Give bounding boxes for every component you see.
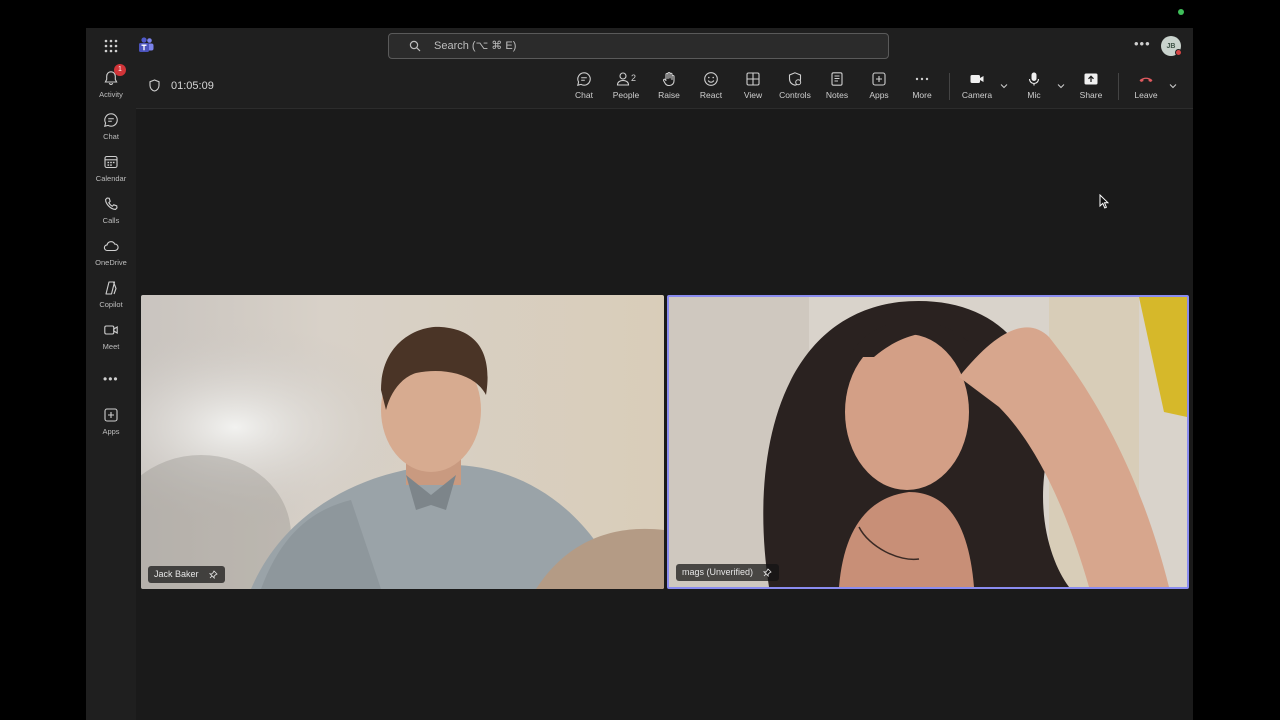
participant-name: Jack Baker [154, 569, 199, 579]
teams-logo-icon [139, 37, 154, 52]
leave-button[interactable]: Leave [1124, 71, 1168, 105]
left-app-rail: 1 Activity Chat Calendar Calls OneDrive … [86, 64, 136, 720]
teams-window: Search (⌥ ⌘ E) ••• JB 1 Activity Chat Ca… [86, 28, 1193, 720]
meeting-timer: 01:05:09 [171, 80, 214, 92]
view-label: View [743, 90, 763, 100]
video-tile-jack-baker[interactable]: Jack Baker [141, 295, 664, 589]
camera-options-chevron-down-icon[interactable] [1000, 82, 1008, 90]
video-camera-icon [970, 75, 984, 83]
sidebar-item-meet[interactable]: Meet [86, 322, 136, 358]
participant-name-tag: Jack Baker [148, 566, 225, 583]
grid-view-icon [746, 72, 760, 86]
leave-label: Leave [1134, 90, 1158, 100]
shield-icon [149, 79, 160, 92]
notes-icon [831, 72, 843, 86]
sidebar-item-copilot[interactable]: Copilot [86, 280, 136, 316]
chat-icon [577, 72, 591, 86]
chat-icon [104, 113, 118, 127]
more-options-icon[interactable]: ••• [1134, 36, 1151, 51]
camera-label: Camera [961, 90, 993, 100]
react-button[interactable]: React [689, 71, 733, 105]
share-button[interactable]: Share [1069, 71, 1113, 105]
notes-label: Notes [825, 90, 849, 100]
microphone-icon [1028, 72, 1040, 86]
sidebar-item-label: Meet [102, 342, 120, 351]
apps-label: Apps [869, 90, 889, 100]
pin-icon[interactable] [763, 568, 772, 577]
people-icon [616, 72, 630, 86]
more-label: More [912, 90, 932, 100]
hand-icon [663, 71, 675, 87]
view-button[interactable]: View [731, 71, 775, 105]
sidebar-item-label: Calls [102, 216, 120, 225]
pin-icon[interactable] [208, 570, 218, 579]
camera-button[interactable]: Camera [955, 71, 999, 105]
controls-button[interactable]: Controls [773, 71, 817, 105]
react-label: React [699, 90, 723, 100]
participant-video [141, 295, 664, 589]
share-label: Share [1079, 90, 1103, 100]
sidebar-item-label: Calendar [95, 174, 127, 183]
raise-hand-button[interactable]: Raise [647, 71, 691, 105]
title-bar: Search (⌥ ⌘ E) ••• JB [86, 28, 1193, 64]
more-apps-icon[interactable]: ••• [103, 372, 119, 386]
hang-up-phone-icon [1139, 77, 1153, 82]
participant-name-tag: mags (Unverified) [676, 564, 780, 581]
chat-button[interactable]: Chat [562, 71, 606, 105]
chat-label: Chat [575, 90, 593, 100]
controls-label: Controls [779, 90, 811, 100]
sidebar-item-apps[interactable]: Apps [86, 407, 136, 443]
mic-options-chevron-down-icon[interactable] [1057, 82, 1065, 90]
more-horizontal-icon [915, 77, 929, 81]
people-button[interactable]: 2 People [604, 71, 648, 105]
sidebar-item-label: Apps [102, 427, 120, 436]
mic-label: Mic [1027, 90, 1041, 100]
emoji-icon [704, 72, 718, 86]
sidebar-item-label: Chat [103, 132, 119, 141]
leave-options-chevron-down-icon[interactable] [1169, 82, 1177, 90]
cloud-icon [103, 241, 119, 252]
toolbar-divider [1118, 73, 1119, 100]
meeting-toolbar: 01:05:09 Chat 2 People Raise React View [136, 64, 1193, 109]
video-tile-mags[interactable]: mags (Unverified) [667, 295, 1189, 589]
search-box[interactable]: Search (⌥ ⌘ E) [388, 33, 889, 59]
toolbar-divider [949, 73, 950, 100]
copilot-icon [105, 281, 117, 295]
participant-name: mags (Unverified) [682, 567, 754, 577]
waffle-grid-icon[interactable] [103, 38, 119, 54]
sidebar-item-chat[interactable]: Chat [86, 112, 136, 148]
calendar-icon [104, 155, 118, 169]
sidebar-item-calendar[interactable]: Calendar [86, 154, 136, 190]
phone-icon [105, 197, 118, 210]
notification-badge: 1 [114, 64, 126, 76]
raise-label: Raise [658, 90, 680, 100]
search-placeholder: Search (⌥ ⌘ E) [434, 40, 517, 52]
people-label: People [612, 90, 640, 100]
apps-button[interactable]: Apps [857, 71, 901, 105]
more-button[interactable]: More [900, 71, 944, 105]
sidebar-item-label: Copilot [99, 300, 123, 309]
people-count: 2 [631, 73, 637, 83]
search-icon [409, 40, 421, 52]
sidebar-item-label: OneDrive [95, 258, 127, 267]
sidebar-item-activity[interactable]: 1 Activity [86, 64, 136, 106]
mouse-cursor-icon [1099, 194, 1109, 209]
add-app-icon [104, 408, 118, 422]
add-app-icon [872, 72, 886, 86]
status-indicator-dot [1178, 9, 1184, 15]
controls-shield-icon [788, 72, 802, 86]
meeting-stage: 01:05:09 Chat 2 People Raise React View [136, 64, 1193, 720]
sidebar-item-calls[interactable]: Calls [86, 196, 136, 232]
notes-button[interactable]: Notes [815, 71, 859, 105]
participant-video [669, 297, 1187, 587]
mic-button[interactable]: Mic [1012, 71, 1056, 105]
video-camera-icon [104, 325, 118, 335]
presence-status-icon [1175, 49, 1182, 56]
share-screen-icon [1084, 73, 1098, 85]
sidebar-item-label: Activity [99, 90, 123, 99]
sidebar-item-onedrive[interactable]: OneDrive [86, 238, 136, 274]
